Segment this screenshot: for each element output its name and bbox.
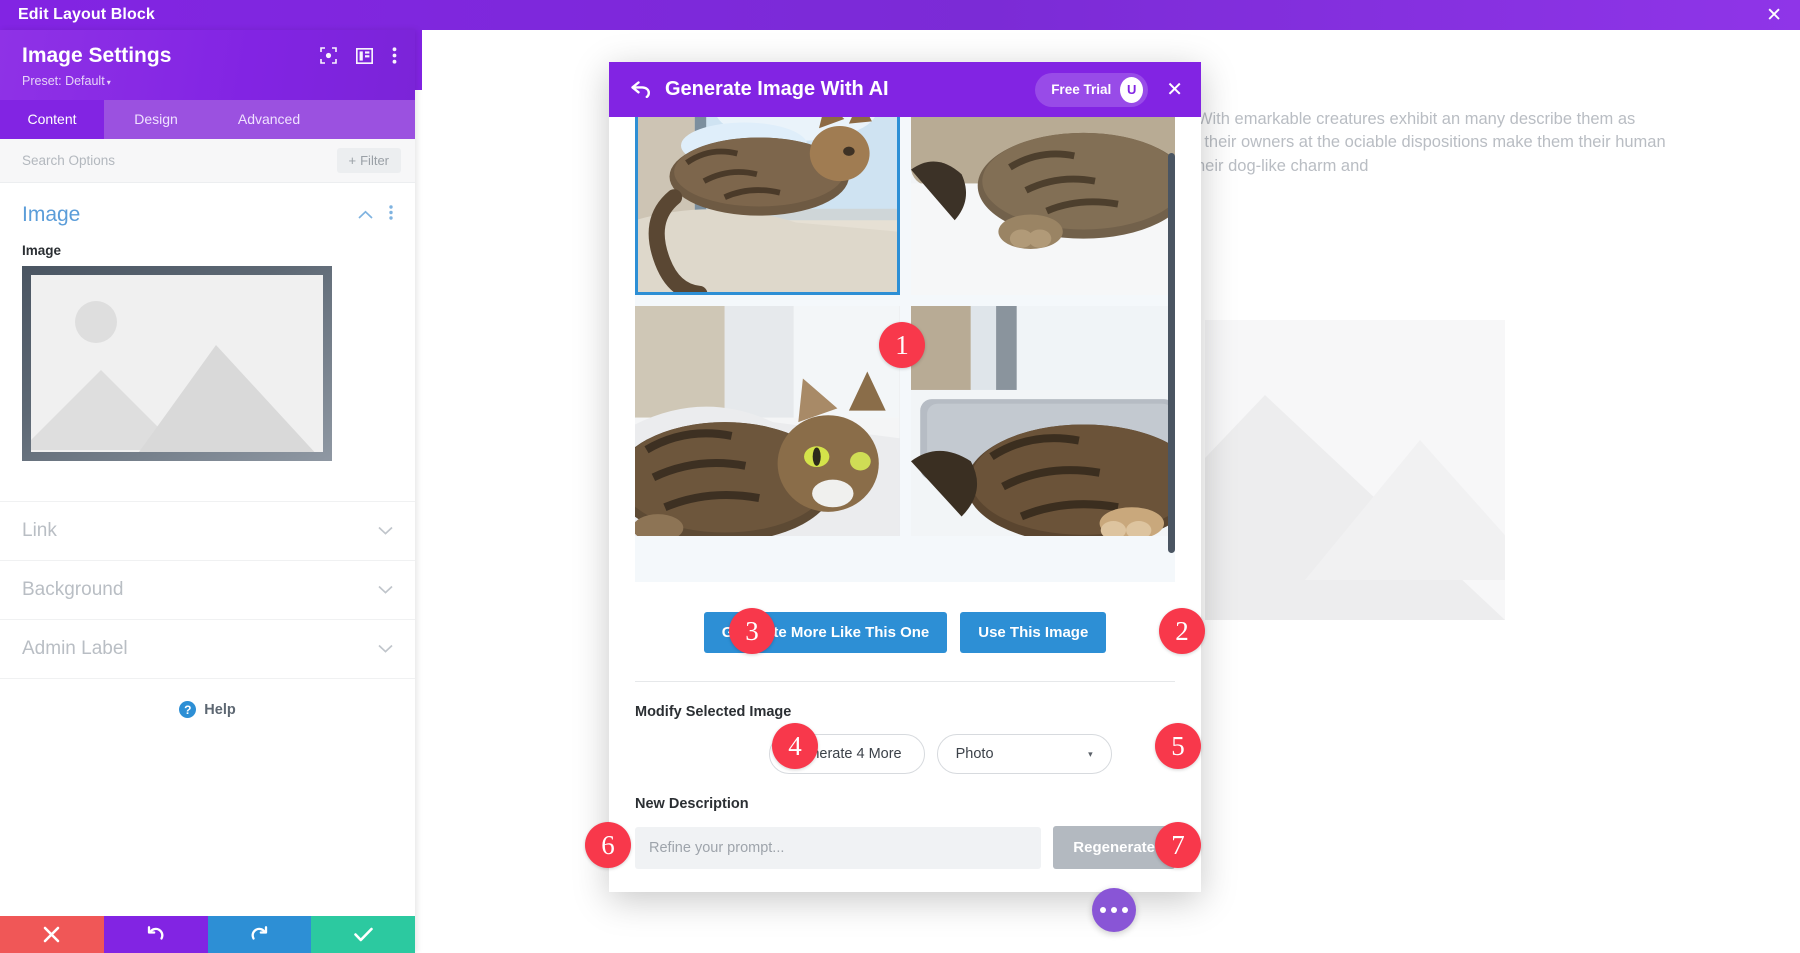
top-bar: Edit Layout Block ✕ bbox=[0, 0, 1800, 30]
section-image-title[interactable]: Image bbox=[22, 203, 358, 227]
modify-row: Generate 4 More Photo ▾ bbox=[635, 734, 1175, 774]
section-background-title: Background bbox=[22, 579, 124, 600]
annotation-badge-1: 1 bbox=[879, 322, 925, 368]
chevron-up-icon[interactable] bbox=[358, 206, 373, 224]
vertical-dots-icon[interactable] bbox=[389, 205, 393, 225]
section-admin-label[interactable]: Admin Label bbox=[0, 619, 415, 678]
section-image: Image Image bbox=[0, 183, 415, 465]
section-admin-label-title: Admin Label bbox=[22, 638, 128, 659]
tab-content[interactable]: Content bbox=[0, 100, 104, 139]
image-action-row: Generate More Like This One Use This Ima… bbox=[635, 612, 1175, 653]
chevron-down-icon[interactable] bbox=[378, 522, 393, 540]
filter-button[interactable]: + Filter bbox=[336, 148, 401, 173]
generated-image-2[interactable] bbox=[910, 117, 1175, 295]
more-dots-icon[interactable] bbox=[1092, 888, 1136, 932]
tab-advanced[interactable]: Advanced bbox=[208, 100, 330, 139]
section-background[interactable]: Background bbox=[0, 560, 415, 619]
app-root: Edit Layout Block ✕ from other feline co… bbox=[0, 0, 1800, 953]
image-preview-placeholder[interactable] bbox=[22, 266, 332, 461]
modal-body: Generate More Like This One Use This Ima… bbox=[609, 117, 1201, 892]
generated-image-1[interactable] bbox=[635, 117, 900, 295]
generated-image-4[interactable] bbox=[910, 306, 1175, 536]
image-settings-panel: Image Settings Preset: Default ▾ Content… bbox=[0, 30, 415, 953]
help-label[interactable]: Help bbox=[204, 702, 235, 718]
modal-header: Generate Image With AI Free Trial U ✕ bbox=[609, 62, 1201, 117]
modal-title: Generate Image With AI bbox=[665, 78, 889, 100]
preset-label: Preset: Default bbox=[22, 74, 105, 88]
annotation-badge-5: 5 bbox=[1155, 723, 1201, 769]
focus-target-icon[interactable] bbox=[320, 47, 337, 69]
new-description-label: New Description bbox=[635, 796, 749, 812]
back-arrow-icon[interactable] bbox=[631, 81, 651, 98]
save-button[interactable] bbox=[311, 916, 415, 953]
free-trial-label: Free Trial bbox=[1051, 82, 1112, 97]
chevron-down-icon: ▾ bbox=[106, 78, 111, 87]
style-select[interactable]: Photo ▾ bbox=[936, 734, 1112, 774]
panel-tabs: Content Design Advanced bbox=[0, 100, 415, 139]
search-input[interactable]: Search Options bbox=[22, 153, 115, 168]
panel-body: Image Image Link Background Admin Label … bbox=[0, 183, 415, 916]
chevron-down-icon: ▾ bbox=[1088, 748, 1093, 759]
search-row: Search Options + Filter bbox=[0, 139, 415, 183]
plus-icon: + bbox=[348, 153, 357, 168]
accent-bar bbox=[415, 30, 422, 90]
new-description-row: Regenerate bbox=[635, 826, 1175, 869]
vertical-dots-icon[interactable] bbox=[392, 47, 397, 69]
prompt-input[interactable] bbox=[635, 826, 1042, 869]
annotation-badge-4: 4 bbox=[772, 723, 818, 769]
chevron-down-icon[interactable] bbox=[378, 640, 393, 658]
generated-image-3[interactable] bbox=[635, 306, 900, 536]
help-row[interactable]: ? Help bbox=[0, 678, 415, 718]
tab-design[interactable]: Design bbox=[104, 100, 208, 139]
modify-selected-image-label: Modify Selected Image bbox=[635, 704, 792, 720]
close-icon[interactable]: ✕ bbox=[1162, 77, 1187, 102]
style-select-value: Photo bbox=[955, 746, 994, 762]
filter-label: Filter bbox=[360, 153, 389, 168]
undo-button[interactable] bbox=[103, 916, 208, 953]
layout-panel-icon[interactable] bbox=[355, 47, 374, 69]
user-avatar[interactable]: U bbox=[1120, 76, 1144, 103]
panel-header: Image Settings Preset: Default ▾ bbox=[0, 30, 415, 100]
generate-image-modal: Generate Image With AI Free Trial U ✕ Ge… bbox=[609, 62, 1201, 892]
panel-footer bbox=[0, 916, 415, 953]
section-link[interactable]: Link bbox=[0, 501, 415, 560]
preset-selector[interactable]: Preset: Default ▾ bbox=[22, 74, 397, 88]
section-link-title: Link bbox=[22, 520, 57, 541]
background-image-placeholder bbox=[1205, 320, 1505, 620]
panel-title: Image Settings bbox=[22, 44, 172, 67]
image-grid-scrollbar[interactable] bbox=[1168, 153, 1175, 553]
top-bar-title: Edit Layout Block bbox=[18, 6, 155, 23]
cancel-button[interactable] bbox=[0, 916, 104, 953]
close-icon[interactable]: ✕ bbox=[1766, 6, 1782, 25]
annotation-badge-6: 6 bbox=[585, 822, 631, 868]
annotation-badge-7: 7 bbox=[1155, 822, 1201, 868]
annotation-badge-2: 2 bbox=[1159, 608, 1205, 654]
image-field-label: Image bbox=[22, 243, 62, 258]
divider bbox=[635, 681, 1175, 682]
help-icon: ? bbox=[179, 701, 197, 718]
annotation-badge-3: 3 bbox=[729, 608, 775, 654]
use-this-image-button[interactable]: Use This Image bbox=[960, 612, 1107, 653]
free-trial-badge[interactable]: Free Trial U bbox=[1035, 72, 1149, 107]
chevron-down-icon[interactable] bbox=[378, 581, 393, 599]
redo-button[interactable] bbox=[207, 916, 312, 953]
